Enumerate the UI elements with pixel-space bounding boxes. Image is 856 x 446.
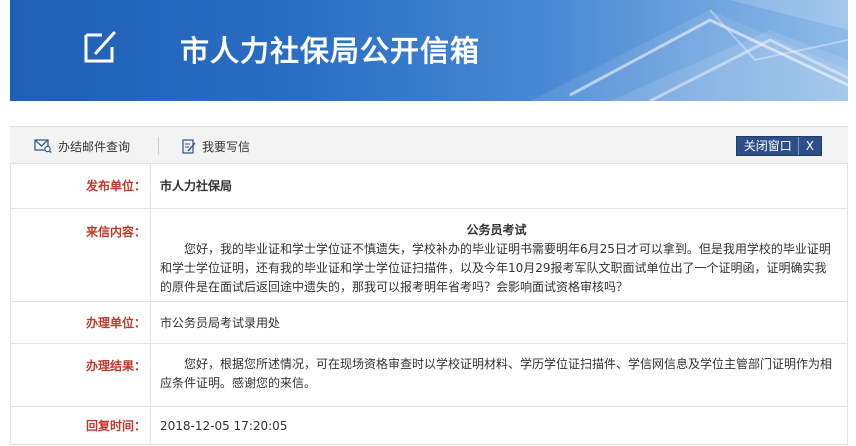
- content-label: 来信内容：: [11, 209, 151, 301]
- close-window-label: 关闭窗口: [737, 137, 799, 155]
- letter-detail-table: 发布单位： 市人力社保局 来信内容： 公务员考试 您好，我的毕业证和学士学位证不…: [10, 164, 848, 445]
- result-value: 您好，根据您所述情况，可在现场资格审查时以学校证明材料、学历学位证扫描件、学信网…: [160, 357, 833, 390]
- result-row: 办理结果： 您好，根据您所述情况，可在现场资格审查时以学校证明材料、学历学位证扫…: [11, 344, 847, 407]
- reply-time-label: 回复时间：: [11, 407, 151, 444]
- write-letter-link[interactable]: 我要写信: [182, 127, 250, 165]
- mail-query-link[interactable]: 办结邮件查询: [34, 127, 130, 165]
- close-icon: X: [805, 139, 814, 153]
- content-subject: 公务员考试: [466, 223, 527, 237]
- edit-icon: [84, 31, 116, 63]
- handler-value: 市公务员局考试录用处: [160, 316, 281, 330]
- toolbar-divider: [158, 137, 159, 155]
- toolbar: 办结邮件查询 我要写信 关闭窗口 X: [10, 126, 848, 164]
- mail-query-label: 办结邮件查询: [58, 139, 131, 154]
- publisher-label: 发布单位：: [11, 164, 151, 208]
- content-value: 公务员考试 您好，我的毕业证和学士学位证不慎遗失，学校补办的毕业证明书需要明年6…: [151, 209, 847, 301]
- close-window-button[interactable]: 关闭窗口 X: [735, 136, 822, 156]
- publisher-value: 市人力社保局: [160, 179, 233, 193]
- page-title: 市人力社保局公开信箱: [180, 34, 481, 68]
- reply-time-row: 回复时间： 2018-12-05 17:20:05: [11, 407, 847, 445]
- result-label: 办理结果：: [11, 344, 151, 406]
- reply-time-value: 2018-12-05 17:20:05: [160, 419, 288, 433]
- mail-search-icon: [34, 139, 52, 153]
- header-banner: 市人力社保局公开信箱: [10, 0, 848, 101]
- handler-label: 办理单位：: [11, 302, 151, 343]
- content-row: 来信内容： 公务员考试 您好，我的毕业证和学士学位证不慎遗失，学校补办的毕业证明…: [11, 209, 847, 302]
- write-letter-label: 我要写信: [202, 139, 251, 154]
- content-body: 您好，我的毕业证和学士学位证不慎遗失，学校补办的毕业证明书需要明年6月25日才可…: [160, 242, 831, 294]
- handler-row: 办理单位： 市公务员局考试录用处: [11, 302, 847, 344]
- write-icon: [182, 138, 196, 154]
- publisher-row: 发布单位： 市人力社保局: [11, 164, 847, 209]
